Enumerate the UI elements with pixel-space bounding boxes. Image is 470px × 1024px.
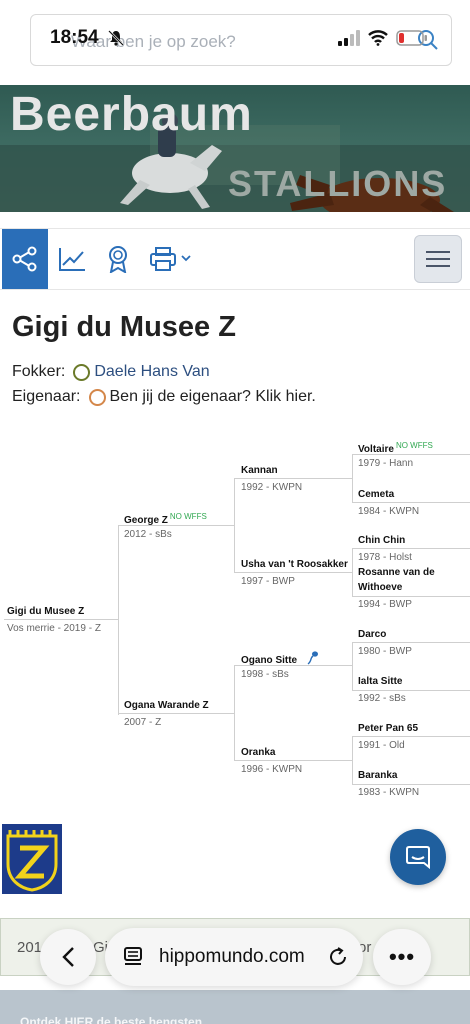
- banner-title: Beerbaum: [10, 88, 253, 141]
- url-text: hippomundo.com: [159, 946, 305, 967]
- pedigree-dd-name[interactable]: Oranka: [241, 747, 275, 758]
- pedigree-ssd-name[interactable]: Cemeta: [358, 489, 394, 500]
- zangersheide-logo: [2, 824, 62, 894]
- horse-toolbar: [0, 228, 470, 290]
- browser-more-button[interactable]: •••: [373, 929, 431, 985]
- owner-claim-link[interactable]: Ben jij de eigenaar? Klik hier.: [110, 388, 316, 406]
- beerbaum-banner[interactable]: Beerbaum STALLIONS: [0, 85, 470, 212]
- pedigree-sds-info: 1978 - Holst: [358, 552, 412, 563]
- pedigree-dsd-name[interactable]: Ialta Sitte: [358, 676, 402, 687]
- pedigree-sdd-info: 1994 - BWP: [358, 599, 412, 610]
- award-icon: [109, 246, 127, 273]
- bell-off-icon: [108, 30, 124, 46]
- print-tab[interactable]: [146, 229, 196, 289]
- pedigree-dds-info: 1991 - Old: [358, 740, 405, 751]
- address-bar[interactable]: hippomundo.com: [105, 928, 363, 986]
- no-wffs-badge: NO WFFS: [169, 512, 207, 521]
- pedigree-sire-name[interactable]: George Z NO WFFS: [124, 512, 207, 526]
- pedigree-ds-name[interactable]: Ogano Sitte: [241, 650, 320, 666]
- award-tab[interactable]: [98, 229, 138, 289]
- pedigree-dds-name[interactable]: Peter Pan 65: [358, 723, 418, 734]
- battery-low-icon: [396, 30, 427, 46]
- wifi-icon: [368, 30, 388, 46]
- chat-button[interactable]: [390, 829, 446, 885]
- menu-button[interactable]: [414, 235, 462, 283]
- reader-icon: [124, 947, 142, 965]
- chevron-left-icon: [62, 947, 74, 967]
- pedigree-subject-name[interactable]: Gigi du Musee Z: [7, 606, 84, 617]
- print-icon: [150, 247, 191, 271]
- pedigree-sdd-name-line2[interactable]: Withoeve: [358, 582, 402, 593]
- chart-icon: [59, 248, 85, 271]
- horse-name-title: Gigi du Musee Z: [12, 311, 236, 343]
- pedigree-dsd-info: 1992 - sBs: [358, 693, 406, 704]
- owner-circle-icon: [88, 388, 106, 406]
- pedigree-sss-name[interactable]: Voltaire NO WFFS: [358, 441, 433, 455]
- banner-subtitle: STALLIONS: [228, 163, 448, 204]
- pedigree-dam-name[interactable]: Ogana Warande Z: [124, 700, 209, 711]
- browser-back-button[interactable]: [40, 929, 96, 985]
- signal-icon: [338, 30, 360, 46]
- pedigree-dss-info: 1980 - BWP: [358, 646, 412, 657]
- pedigree-sds-name[interactable]: Chin Chin: [358, 535, 405, 546]
- breeder-circle-icon: [73, 363, 91, 381]
- pedigree-sire-info: 2012 - sBs: [124, 529, 172, 540]
- result-card-year: 201: [17, 939, 43, 956]
- pedigree-icon: [12, 246, 37, 272]
- pedigree-ss-name[interactable]: Kannan: [241, 465, 278, 476]
- pedigree-ds-info: 1998 - sBs: [241, 669, 289, 680]
- pedigree-dam-info: 2007 - Z: [124, 717, 162, 728]
- breeder-label: Fokker:: [12, 363, 66, 380]
- pedigree-ddd-info: 1983 - KWPN: [358, 787, 420, 798]
- pedigree-ss-info: 1992 - KWPN: [241, 482, 303, 493]
- chat-icon: [406, 846, 430, 870]
- pedigree-tab[interactable]: [2, 229, 48, 289]
- status-time: 18:54: [50, 27, 99, 48]
- pedigree-dss-name[interactable]: Darco: [358, 629, 386, 640]
- pedigree-sdd-name[interactable]: Rosanne van de: [358, 567, 435, 578]
- pedigree-subject-info: Vos merrie - 2019 - Z: [7, 623, 101, 634]
- breeder-row: Fokker: Daele Hans Van: [12, 363, 210, 381]
- promo-strip-text: Ontdek HIER de beste hengsten: [20, 1015, 203, 1024]
- pedigree-sd-name[interactable]: Usha van 't Roosakker: [241, 559, 348, 570]
- pedigree-ddd-name[interactable]: Baranka: [358, 770, 397, 781]
- pedigree-dd-info: 1996 - KWPN: [241, 764, 303, 775]
- pedigree-sss-info: 1979 - Hann: [358, 458, 414, 469]
- more-dots-icon: •••: [388, 944, 416, 969]
- owner-row: Eigenaar: Ben jij de eigenaar? Klik hier…: [12, 388, 316, 406]
- chart-tab[interactable]: [52, 229, 92, 289]
- breeder-link[interactable]: Daele Hans Van: [94, 363, 209, 381]
- owner-label: Eigenaar:: [12, 388, 81, 405]
- reload-icon[interactable]: [327, 946, 349, 968]
- pedigree-ssd-info: 1984 - KWPN: [358, 506, 420, 517]
- no-wffs-badge: NO WFFS: [395, 441, 433, 450]
- pedigree-sd-info: 1997 - BWP: [241, 576, 295, 587]
- menu-icon: [426, 251, 450, 267]
- sperm-icon: [307, 651, 318, 665]
